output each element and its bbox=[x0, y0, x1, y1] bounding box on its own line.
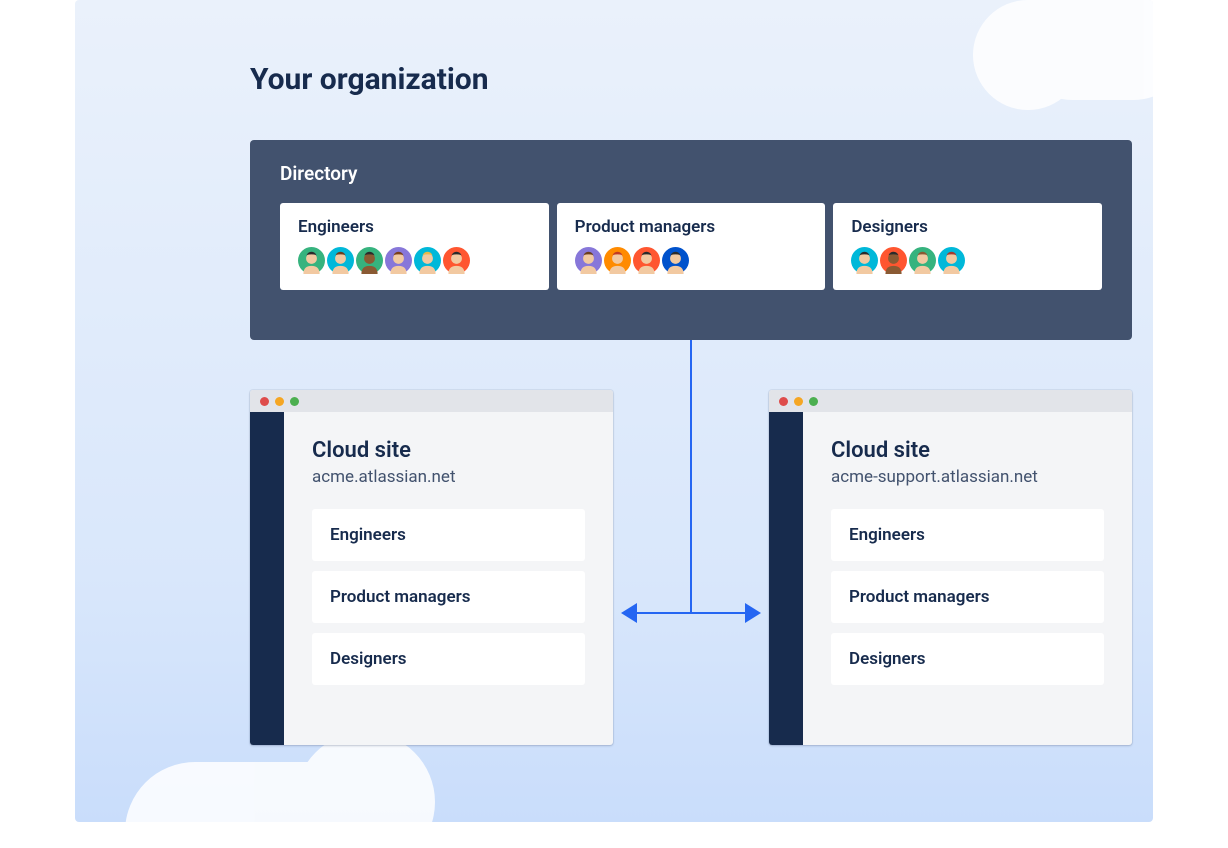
directory-group-product-managers: Product managers bbox=[557, 203, 826, 290]
connector-line-horizontal bbox=[635, 612, 747, 614]
avatar-icon bbox=[575, 247, 602, 274]
avatar-icon bbox=[938, 247, 965, 274]
site-sidebar bbox=[769, 412, 803, 745]
avatar-icon bbox=[851, 247, 878, 274]
avatar-icon bbox=[633, 247, 660, 274]
site-title: Cloud site bbox=[312, 438, 585, 463]
window-minimize-dot bbox=[794, 397, 803, 406]
group-label: Designers bbox=[851, 217, 1084, 237]
directory-panel: Directory Engineers bbox=[250, 140, 1132, 340]
arrow-left-icon bbox=[621, 603, 637, 623]
arrow-right-icon bbox=[745, 603, 761, 623]
site-url: acme.atlassian.net bbox=[312, 467, 585, 487]
page-title: Your organization bbox=[250, 62, 489, 97]
site-group-item: Product managers bbox=[831, 571, 1104, 623]
decorative-cloud bbox=[1013, 0, 1153, 100]
window-maximize-dot bbox=[809, 397, 818, 406]
site-sidebar bbox=[250, 412, 284, 745]
avatar-icon bbox=[880, 247, 907, 274]
site-group-item: Engineers bbox=[831, 509, 1104, 561]
directory-group-engineers: Engineers bbox=[280, 203, 549, 290]
site-title: Cloud site bbox=[831, 438, 1104, 463]
avatar-icon bbox=[909, 247, 936, 274]
group-label: Engineers bbox=[298, 217, 531, 237]
avatar-row bbox=[851, 247, 1084, 274]
avatar-icon bbox=[414, 247, 441, 274]
avatar-icon bbox=[604, 247, 631, 274]
avatar-row bbox=[298, 247, 531, 274]
window-titlebar bbox=[769, 390, 1132, 412]
directory-title: Directory bbox=[280, 162, 1102, 185]
decorative-cloud bbox=[125, 762, 385, 822]
avatar-icon bbox=[385, 247, 412, 274]
avatar-icon bbox=[298, 247, 325, 274]
diagram-canvas: Your organization Directory Engineers bbox=[75, 0, 1153, 822]
window-close-dot bbox=[779, 397, 788, 406]
avatar-row bbox=[575, 247, 808, 274]
site-group-item: Designers bbox=[831, 633, 1104, 685]
avatar-icon bbox=[356, 247, 383, 274]
connector-line-vertical bbox=[690, 340, 692, 613]
cloud-site-window-right: Cloud site acme-support.atlassian.net En… bbox=[769, 390, 1132, 745]
avatar-icon bbox=[662, 247, 689, 274]
avatar-icon bbox=[327, 247, 354, 274]
site-url: acme-support.atlassian.net bbox=[831, 467, 1104, 487]
avatar-icon bbox=[443, 247, 470, 274]
directory-groups-row: Engineers bbox=[280, 203, 1102, 290]
window-minimize-dot bbox=[275, 397, 284, 406]
window-maximize-dot bbox=[290, 397, 299, 406]
directory-group-designers: Designers bbox=[833, 203, 1102, 290]
site-group-item: Product managers bbox=[312, 571, 585, 623]
group-label: Product managers bbox=[575, 217, 808, 237]
window-titlebar bbox=[250, 390, 613, 412]
site-group-item: Designers bbox=[312, 633, 585, 685]
site-group-item: Engineers bbox=[312, 509, 585, 561]
cloud-site-window-left: Cloud site acme.atlassian.net Engineers … bbox=[250, 390, 613, 745]
window-close-dot bbox=[260, 397, 269, 406]
